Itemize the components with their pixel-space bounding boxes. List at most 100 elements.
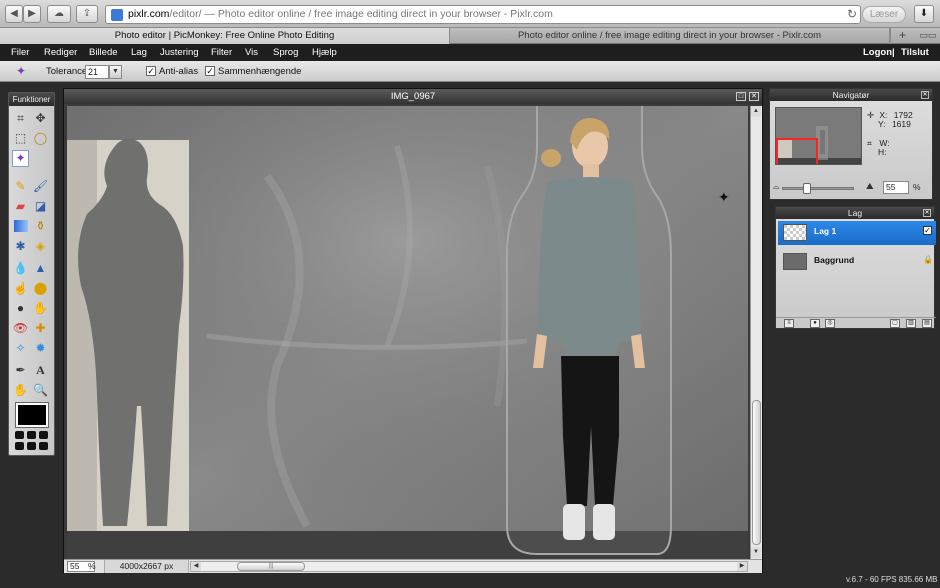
pencil-tool-icon[interactable]: ✎: [12, 178, 29, 195]
zoom-in-icon[interactable]: ⛰: [866, 181, 874, 192]
horizontal-scrollbar[interactable]: ◀ ||| ▶: [190, 561, 748, 572]
text-tool-icon[interactable]: A: [32, 362, 49, 379]
icloud-button[interactable]: ☁: [47, 5, 71, 23]
delete-layer-icon[interactable]: ▥: [906, 319, 916, 328]
scroll-up-icon[interactable]: ▲: [751, 106, 761, 117]
menu-language[interactable]: Sprog: [273, 44, 298, 61]
color-presets[interactable]: [15, 431, 49, 453]
menu-layer[interactable]: Lag: [131, 44, 147, 61]
menu-help[interactable]: Hjælp: [312, 44, 337, 61]
layer-visibility-checkbox[interactable]: ✓: [923, 226, 932, 235]
layer-row-1[interactable]: Lag 1 ✓: [778, 221, 936, 245]
marquee-tool-icon[interactable]: ⬚: [12, 130, 29, 147]
address-bar[interactable]: pixlr.com/editor/ — Photo editor online …: [105, 5, 861, 24]
menu-view[interactable]: Vis: [245, 44, 258, 61]
zoom-slider-knob[interactable]: [803, 183, 811, 194]
smudge-tool-icon[interactable]: ☝: [12, 280, 29, 297]
close-icon[interactable]: ✕: [921, 91, 929, 99]
brush-tool-icon[interactable]: 🖌: [32, 178, 49, 195]
gradient-tool-icon[interactable]: [14, 220, 28, 232]
zoom-out-icon[interactable]: ⌓: [773, 182, 779, 192]
navigator-viewport[interactable]: [776, 138, 818, 164]
vertical-scrollbar[interactable]: ▲ ▼: [750, 106, 762, 559]
sharpen-tool-icon[interactable]: ▲: [32, 260, 49, 277]
trash-icon[interactable]: ▤: [922, 319, 932, 328]
tolerance-dropdown[interactable]: ▼: [109, 65, 122, 79]
zoom-unit: %: [88, 561, 96, 571]
antialias-checkbox[interactable]: ✓: [146, 66, 156, 76]
document-status-bar: 55 % 4000x2667 px ◀ ||| ▶: [64, 559, 762, 573]
preset-dot[interactable]: [39, 431, 48, 439]
menu-adjustment[interactable]: Justering: [160, 44, 199, 61]
signup-link[interactable]: Tilslut: [901, 44, 929, 61]
vertical-scroll-thumb[interactable]: [752, 400, 761, 545]
share-icon: ⇪: [82, 8, 92, 19]
stamp-tool-icon[interactable]: ⚱: [32, 218, 49, 235]
burn-tool-icon[interactable]: ✋: [32, 300, 49, 317]
downloads-button[interactable]: ⬇: [914, 5, 934, 23]
layer-row-background[interactable]: Baggrund 🔒: [778, 250, 936, 274]
maximize-icon[interactable]: □: [736, 92, 746, 101]
contiguous-checkbox[interactable]: ✓: [205, 66, 215, 76]
sponge-tool-icon[interactable]: ⬤: [32, 280, 49, 297]
svg-text:✦: ✦: [718, 190, 730, 206]
preset-dot[interactable]: [27, 442, 36, 450]
preset-dot[interactable]: [39, 442, 48, 450]
bloat-tool-icon[interactable]: ✧: [12, 340, 29, 357]
navigator-thumbnail[interactable]: [775, 107, 862, 165]
tab-overview-button[interactable]: ▭▭: [916, 28, 940, 44]
blur-tool-icon[interactable]: 💧: [12, 260, 29, 277]
magic-wand-tool-icon[interactable]: ✦: [12, 150, 29, 167]
close-icon[interactable]: ✕: [923, 209, 931, 217]
menu-file[interactable]: Filer: [11, 44, 29, 61]
browser-toolbar: ◀ ▶ ☁ ⇪ pixlr.com/editor/ — Photo editor…: [0, 0, 940, 28]
y-value: 1619: [891, 119, 911, 129]
preset-dot[interactable]: [15, 431, 24, 439]
navigator-zoom-unit: %: [913, 182, 921, 192]
layer-mask-icon[interactable]: ●: [810, 319, 820, 328]
reload-icon[interactable]: ↻: [845, 7, 859, 21]
image-canvas[interactable]: ✦: [67, 106, 748, 559]
foreground-color-swatch[interactable]: [15, 402, 49, 428]
color-picker-tool-icon[interactable]: ✒: [12, 362, 29, 379]
navigator-zoom-input[interactable]: 55: [883, 181, 909, 194]
eraser-tool-icon[interactable]: ▰: [12, 198, 29, 215]
red-eye-tool-icon[interactable]: 👁: [12, 320, 29, 337]
forward-button[interactable]: ▶: [23, 5, 41, 23]
layer-settings-icon[interactable]: ≡: [784, 319, 794, 328]
crop-tool-icon[interactable]: ⌗: [12, 110, 29, 127]
lasso-tool-icon[interactable]: ◯: [32, 130, 49, 147]
drawing-tool-icon[interactable]: ◈: [32, 238, 49, 255]
tab-pixlr[interactable]: Photo editor online / free image editing…: [450, 28, 890, 44]
preset-dot[interactable]: [15, 442, 24, 450]
spot-heal-tool-icon[interactable]: ✚: [32, 320, 49, 337]
menu-edit[interactable]: Rediger: [44, 44, 77, 61]
scroll-left-icon[interactable]: ◀: [191, 562, 201, 571]
menu-filter[interactable]: Filter: [211, 44, 232, 61]
reader-button[interactable]: Læser: [862, 6, 906, 23]
horizontal-scroll-thumb[interactable]: |||: [237, 562, 305, 571]
bucket-tool-icon[interactable]: ◪: [32, 198, 49, 215]
new-layer-icon[interactable]: ▢: [890, 319, 900, 328]
preset-dot[interactable]: [27, 431, 36, 439]
zoom-tool-icon[interactable]: 🔍: [32, 382, 49, 399]
color-replace-tool-icon[interactable]: ✱: [12, 238, 29, 255]
hand-tool-icon[interactable]: ✋: [12, 382, 29, 399]
dodge-tool-icon[interactable]: ●: [12, 300, 29, 317]
tolerance-input[interactable]: 21: [85, 65, 109, 79]
logon-link[interactable]: Logon: [863, 44, 892, 61]
back-button[interactable]: ◀: [5, 5, 23, 23]
scroll-right-icon[interactable]: ▶: [737, 562, 747, 571]
pinch-tool-icon[interactable]: ✹: [32, 340, 49, 357]
menu-image[interactable]: Billede: [89, 44, 118, 61]
move-tool-icon[interactable]: ✥: [32, 110, 49, 127]
plus-icon: +: [898, 28, 906, 42]
zoom-slider[interactable]: [782, 183, 854, 194]
navigator-title: Navigatør ✕: [770, 89, 932, 101]
layer-styles-icon[interactable]: ◎: [825, 319, 835, 328]
scroll-down-icon[interactable]: ▼: [751, 547, 761, 558]
new-tab-button[interactable]: +: [890, 28, 914, 44]
share-button[interactable]: ⇪: [76, 5, 98, 23]
close-icon[interactable]: ✕: [749, 92, 759, 101]
tab-picmonkey[interactable]: Photo editor | PicMonkey: Free Online Ph…: [0, 28, 450, 44]
